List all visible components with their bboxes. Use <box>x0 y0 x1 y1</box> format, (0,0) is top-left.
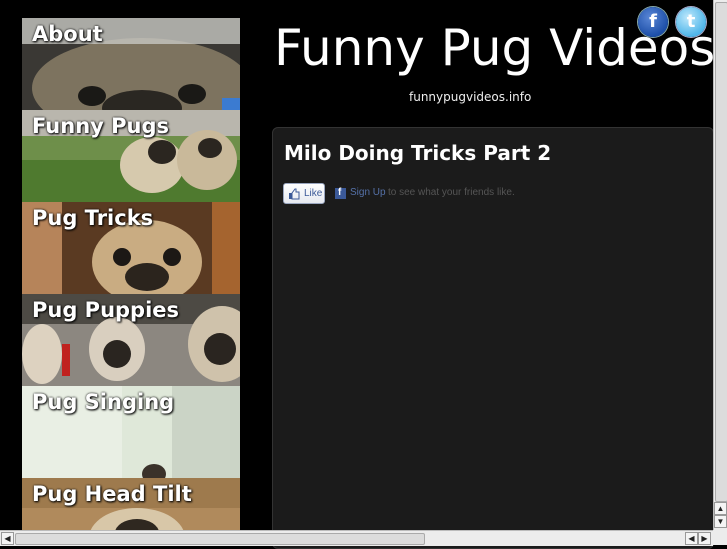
sidebar-item-label: About <box>32 22 103 46</box>
horizontal-scrollbar[interactable]: ◀ ◀ ▶ <box>0 530 713 546</box>
sidebar-item-pug-tricks[interactable]: Pug Tricks <box>22 202 240 294</box>
scroll-right-icon[interactable]: ▶ <box>698 532 711 545</box>
facebook-like-button[interactable]: Like <box>283 183 325 204</box>
scroll-left-end-icon[interactable]: ◀ <box>685 532 698 545</box>
signup-link[interactable]: Sign Up <box>350 187 386 198</box>
sidebar-item-label: Pug Puppies <box>32 298 180 322</box>
sidebar-item-label: Pug Head Tilt <box>32 482 192 506</box>
vertical-scroll-thumb[interactable] <box>715 2 727 502</box>
facebook-icon[interactable]: f <box>638 7 668 37</box>
sidebar-item-pug-head-tilt[interactable]: Pug Head Tilt <box>22 478 240 530</box>
sidebar-item-label: Pug Tricks <box>32 206 154 230</box>
post-title[interactable]: Milo Doing Tricks Part 2 <box>284 141 551 165</box>
sidebar-item-label: Funny Pugs <box>32 114 170 138</box>
twitter-icon[interactable]: t <box>676 7 706 37</box>
vertical-scrollbar[interactable]: ▲ ▼ <box>713 0 727 530</box>
sidebar-item-funny-pugs[interactable]: Funny Pugs <box>22 110 240 202</box>
scroll-left-icon[interactable]: ◀ <box>1 532 14 545</box>
horizontal-scroll-thumb[interactable] <box>15 533 425 545</box>
sidebar-item-about[interactable]: About <box>22 18 240 110</box>
facebook-small-icon: f <box>335 187 346 199</box>
sidebar-item-pug-puppies[interactable]: Pug Puppies <box>22 294 240 386</box>
site-url: funnypugvideos.info <box>409 90 532 104</box>
friends-text: to see what your friends like. <box>388 187 515 198</box>
sidebar-nav: About Funny Pugs Pug Tricks Pug Puppies … <box>22 18 240 530</box>
scroll-up-icon[interactable]: ▲ <box>714 502 727 515</box>
scrollbar-corner <box>713 530 727 545</box>
like-label: Like <box>304 188 323 199</box>
thumbs-up-icon <box>289 188 300 200</box>
post-panel: Milo Doing Tricks Part 2 Like f Sign Up … <box>272 127 714 549</box>
scroll-down-icon[interactable]: ▼ <box>714 515 727 528</box>
sidebar-item-pug-singing[interactable]: Pug Singing <box>22 386 240 478</box>
twitter-glyph: t <box>686 11 696 32</box>
facebook-glyph: f <box>649 11 657 32</box>
sidebar-item-label: Pug Singing <box>32 390 175 414</box>
